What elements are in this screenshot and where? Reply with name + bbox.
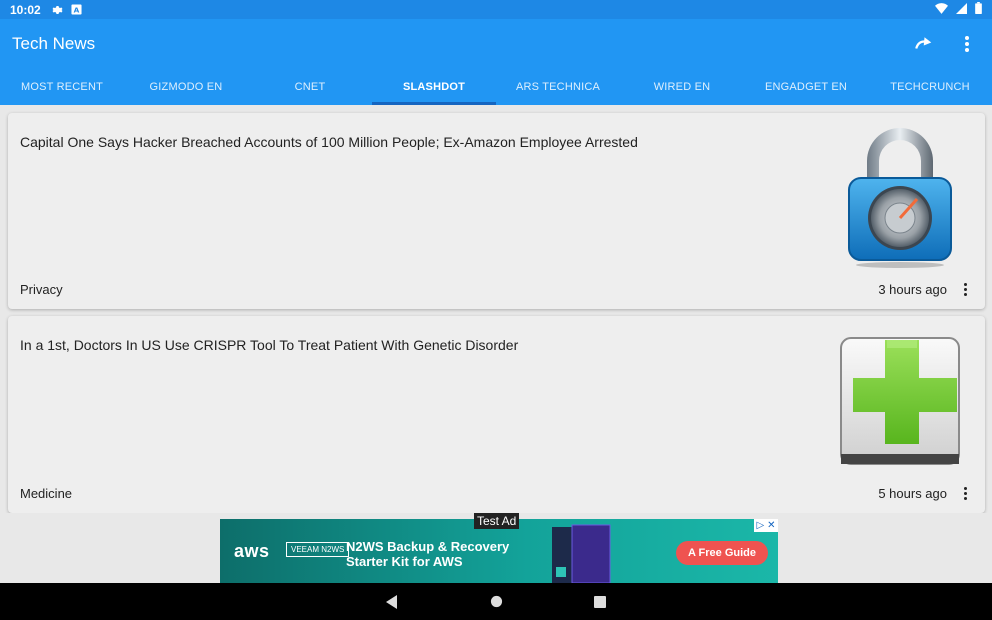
- close-icon[interactable]: ✕: [767, 520, 775, 531]
- app-actions: [912, 33, 978, 55]
- article-menu-button[interactable]: [957, 280, 973, 298]
- overflow-menu-button[interactable]: [956, 33, 978, 55]
- ad-info-icon[interactable]: ▷: [756, 520, 764, 531]
- status-bar: 10:02 A: [0, 0, 992, 19]
- refresh-button[interactable]: [912, 33, 934, 55]
- more-vert-icon: [965, 36, 969, 52]
- tab-most-recent[interactable]: MOST RECENT: [0, 69, 124, 105]
- tab-ars-technica[interactable]: ARS TECHNICA: [496, 69, 620, 105]
- svg-text:A: A: [73, 5, 79, 14]
- medical-cross-icon: [840, 337, 960, 465]
- article-time: 5 hours ago: [878, 486, 947, 501]
- article-card[interactable]: Capital One Says Hacker Breached Account…: [8, 113, 985, 309]
- settings-notification-icon: [51, 4, 63, 16]
- recents-button[interactable]: [590, 592, 610, 612]
- tab-wired-en[interactable]: WIRED EN: [620, 69, 744, 105]
- article-card[interactable]: In a 1st, Doctors In US Use CRISPR Tool …: [8, 316, 985, 513]
- ad-area: aws VEEAM N2WS N2WS Backup & Recovery St…: [0, 513, 992, 583]
- tab-gizmodo-en[interactable]: GIZMODO EN: [124, 69, 248, 105]
- ad-cta-button[interactable]: A Free Guide: [676, 541, 768, 565]
- ad-brand: aws: [234, 541, 270, 561]
- article-category: Medicine: [20, 486, 73, 501]
- tab-engadget-en[interactable]: ENGADGET EN: [744, 69, 868, 105]
- system-nav-bar: [0, 583, 992, 620]
- article-title: In a 1st, Doctors In US Use CRISPR Tool …: [20, 337, 519, 353]
- keyboard-notification-icon: A: [71, 4, 82, 15]
- article-category: Privacy: [20, 282, 63, 297]
- test-ad-label: Test Ad: [474, 513, 520, 529]
- article-feed: Capital One Says Hacker Breached Account…: [0, 105, 992, 513]
- ad-headline-line2: Starter Kit for AWS: [346, 554, 463, 569]
- article-menu-button[interactable]: [957, 484, 973, 502]
- home-icon: [490, 595, 502, 608]
- redo-icon: [915, 37, 932, 49]
- signal-icon: [956, 2, 967, 17]
- recents-icon: [594, 595, 606, 608]
- ad-headline-line1: N2WS Backup & Recovery: [346, 539, 510, 554]
- ad-book-image: [552, 524, 611, 583]
- ad-headline: N2WS Backup & Recovery Starter Kit for A…: [346, 539, 509, 569]
- tab-cnet[interactable]: CNET: [248, 69, 372, 105]
- tab-slashdot[interactable]: SLASHDOT: [372, 69, 496, 105]
- back-button[interactable]: [382, 592, 402, 612]
- article-title: Capital One Says Hacker Breached Account…: [20, 134, 638, 150]
- app-bar: Tech News MOST RECENT GIZMODO EN CNET SL…: [0, 19, 992, 105]
- ad-partner-logo: VEEAM N2WS: [286, 542, 350, 557]
- article-time: 3 hours ago: [878, 282, 947, 297]
- source-tabs: MOST RECENT GIZMODO EN CNET SLASHDOT ARS…: [0, 69, 992, 105]
- tab-techcrunch[interactable]: TECHCRUNCH: [868, 69, 992, 105]
- wifi-icon: [935, 2, 948, 17]
- home-button[interactable]: [486, 592, 506, 612]
- battery-icon: [975, 2, 982, 17]
- ad-choices[interactable]: ▷ ✕: [754, 519, 778, 532]
- status-time: 10:02: [10, 2, 41, 17]
- back-icon: [386, 594, 397, 609]
- padlock-icon: [848, 128, 952, 268]
- app-title: Tech News: [12, 34, 96, 53]
